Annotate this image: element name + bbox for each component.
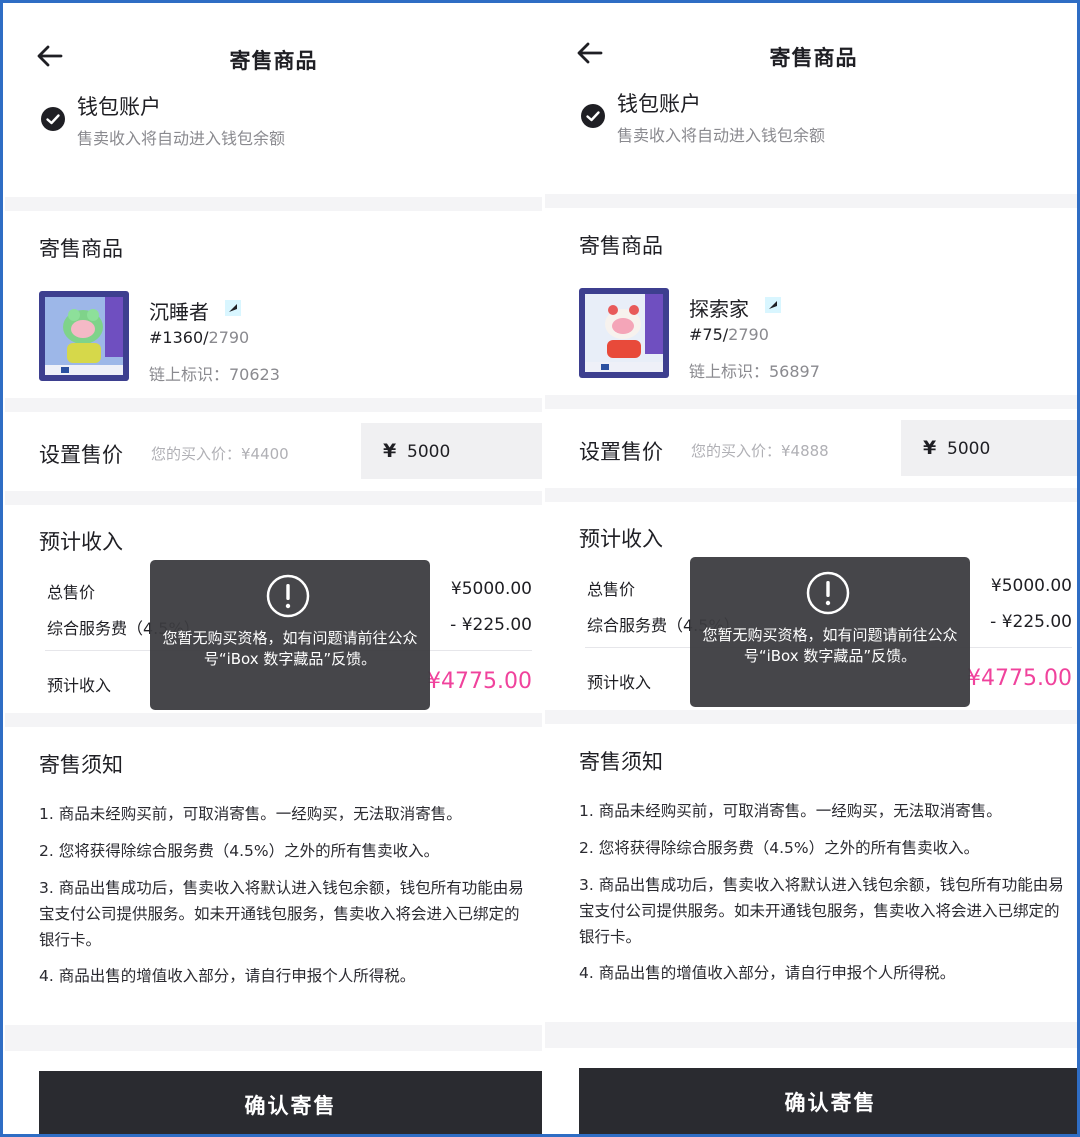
section-divider bbox=[5, 491, 542, 505]
product-serial: #75/2790 bbox=[689, 325, 769, 344]
income-section-title: 预计收入 bbox=[579, 527, 663, 551]
section-divider bbox=[5, 713, 542, 727]
section-divider bbox=[545, 395, 1080, 409]
wallet-account-title: 钱包账户 bbox=[617, 92, 701, 116]
notice-item: 2. 您将获得除综合服务费（4.5%）之外的所有售卖收入。 bbox=[579, 839, 980, 857]
notice-item: 2. 您将获得除综合服务费（4.5%）之外的所有售卖收入。 bbox=[39, 842, 440, 860]
notice-item: 4. 商品出售的增值收入部分，请自行申报个人所得税。 bbox=[39, 967, 416, 985]
total-price-label: 总售价 bbox=[587, 580, 636, 599]
chain-identifier: 链上标识：70623 bbox=[149, 365, 280, 384]
purchase-price-hint: 您的买入价：¥4888 bbox=[691, 442, 829, 460]
verified-badge-icon bbox=[225, 300, 241, 316]
notice-item: 3. 商品出售成功后，售卖收入将默认进入钱包余额，钱包所有功能由易宝支付公司提供… bbox=[579, 876, 1064, 946]
total-price-label: 总售价 bbox=[47, 583, 96, 602]
price-value[interactable]: 5000 bbox=[407, 442, 450, 462]
price-value[interactable]: 5000 bbox=[947, 439, 990, 459]
product-section-title: 寄售商品 bbox=[579, 234, 663, 258]
notice-title: 寄售须知 bbox=[579, 750, 663, 774]
check-circle-icon[interactable] bbox=[41, 107, 65, 131]
product-name: 探索家 bbox=[689, 297, 749, 321]
notice-item: 1. 商品未经购买前，可取消寄售。一经购买，无法取消寄售。 bbox=[579, 802, 1002, 820]
exclamation-circle-icon bbox=[806, 571, 850, 615]
toast-message: 您暂无购买资格，如有问题请前往公众号“iBox 数字藏品”反馈。 bbox=[690, 557, 970, 707]
section-divider bbox=[545, 194, 1080, 208]
page-title: 寄售商品 bbox=[769, 46, 858, 70]
verified-badge-icon bbox=[765, 297, 781, 313]
notice-item: 4. 商品出售的增值收入部分，请自行申报个人所得税。 bbox=[579, 964, 956, 982]
wallet-account-subtitle: 售卖收入将自动进入钱包余额 bbox=[617, 126, 826, 145]
toast-text: 您暂无购买资格，如有问题请前往公众号“iBox 数字藏品”反馈。 bbox=[702, 626, 958, 665]
expected-income-value: ¥4775.00 bbox=[427, 669, 532, 694]
service-fee-value: - ¥225.00 bbox=[450, 615, 532, 635]
notice-item: 3. 商品出售成功后，售卖收入将默认进入钱包余额，钱包所有功能由易宝支付公司提供… bbox=[39, 879, 524, 949]
product-thumbnail[interactable] bbox=[39, 291, 129, 381]
section-divider bbox=[545, 710, 1080, 724]
consign-screen-left: 寄售商品 钱包账户 售卖收入将自动进入钱包余额 寄售商品 沉睡者 #1360/2… bbox=[5, 3, 542, 1134]
chain-identifier: 链上标识：56897 bbox=[689, 362, 820, 381]
set-price-label: 设置售价 bbox=[579, 440, 663, 464]
total-price-value: ¥5000.00 bbox=[990, 576, 1072, 596]
confirm-consign-button[interactable]: 确认寄售 bbox=[39, 1071, 542, 1134]
section-divider bbox=[5, 1025, 542, 1051]
page-title: 寄售商品 bbox=[229, 49, 318, 73]
serial-number: #75/ bbox=[689, 325, 729, 344]
product-serial: #1360/2790 bbox=[149, 328, 249, 347]
consign-screen-right: 寄售商品 钱包账户 售卖收入将自动进入钱包余额 寄售商品 探索家 #75/279… bbox=[545, 3, 1080, 1134]
service-fee-value: - ¥225.00 bbox=[990, 612, 1072, 632]
notice-title: 寄售须知 bbox=[39, 753, 123, 777]
total-price-value: ¥5000.00 bbox=[450, 579, 532, 599]
income-section-title: 预计收入 bbox=[39, 530, 123, 554]
check-circle-icon[interactable] bbox=[581, 104, 605, 128]
price-input[interactable]: ¥ 5000 bbox=[901, 420, 1080, 476]
product-thumbnail[interactable] bbox=[579, 288, 669, 378]
expected-income-label: 预计收入 bbox=[47, 676, 112, 695]
exclamation-circle-icon bbox=[266, 574, 310, 618]
price-input[interactable]: ¥ 5000 bbox=[361, 423, 542, 479]
toast-message: 您暂无购买资格，如有问题请前往公众号“iBox 数字藏品”反馈。 bbox=[150, 560, 430, 710]
product-section-title: 寄售商品 bbox=[39, 237, 123, 261]
currency-symbol: ¥ bbox=[383, 440, 397, 462]
confirm-consign-button[interactable]: 确认寄售 bbox=[579, 1068, 1080, 1134]
serial-total: 2790 bbox=[208, 328, 250, 347]
set-price-label: 设置售价 bbox=[39, 443, 123, 467]
wallet-account-subtitle: 售卖收入将自动进入钱包余额 bbox=[77, 129, 286, 148]
wallet-account-title: 钱包账户 bbox=[77, 95, 161, 119]
product-name: 沉睡者 bbox=[149, 300, 209, 324]
section-divider bbox=[545, 1022, 1080, 1048]
serial-total: 2790 bbox=[728, 325, 769, 344]
section-divider bbox=[5, 197, 542, 211]
notice-item: 1. 商品未经购买前，可取消寄售。一经购买，无法取消寄售。 bbox=[39, 805, 462, 823]
currency-symbol: ¥ bbox=[923, 437, 937, 459]
section-divider bbox=[5, 398, 542, 412]
expected-income-value: ¥4775.00 bbox=[967, 666, 1072, 691]
toast-text: 您暂无购买资格，如有问题请前往公众号“iBox 数字藏品”反馈。 bbox=[162, 629, 418, 668]
serial-number: #1360/ bbox=[149, 328, 209, 347]
purchase-price-hint: 您的买入价：¥4400 bbox=[151, 445, 289, 463]
expected-income-label: 预计收入 bbox=[587, 673, 652, 692]
section-divider bbox=[545, 488, 1080, 502]
